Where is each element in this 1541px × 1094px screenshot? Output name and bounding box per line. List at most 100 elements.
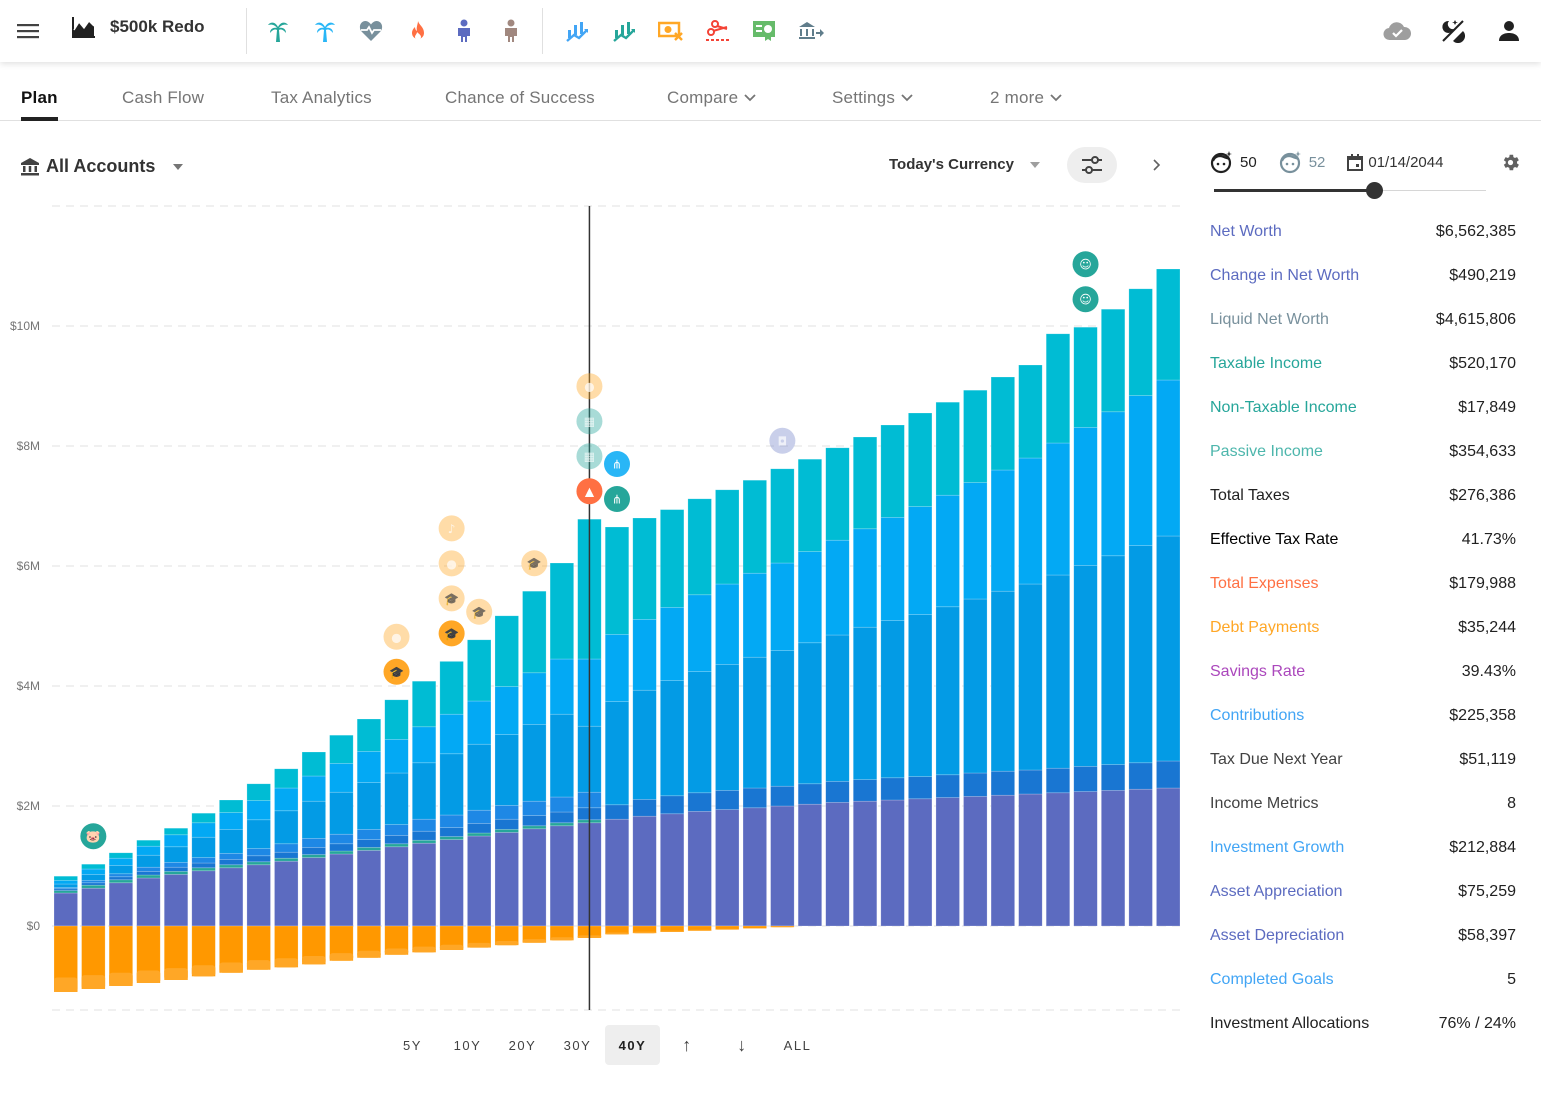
bar-segment-real-assets[interactable] bbox=[329, 853, 354, 927]
bar-segment-taxable[interactable] bbox=[411, 830, 437, 841]
bar-segment-tax-deferred[interactable] bbox=[81, 880, 106, 884]
bar-segment-tax-free[interactable] bbox=[852, 626, 878, 780]
bar-segment-debt-interest[interactable] bbox=[81, 975, 106, 989]
bar-segment-brokerage[interactable] bbox=[439, 713, 464, 755]
bar-segment-cash[interactable] bbox=[274, 857, 299, 862]
account-selector[interactable]: All Accounts bbox=[20, 156, 184, 177]
bar-segment-retirement-accounts[interactable] bbox=[715, 489, 740, 585]
bar-segment-cash[interactable] bbox=[411, 839, 437, 844]
bar-segment-tax-free[interactable] bbox=[53, 883, 78, 888]
bar-segment-brokerage[interactable] bbox=[329, 763, 354, 793]
bar-segment-tax-free[interactable] bbox=[935, 606, 960, 776]
bar-segment-taxable[interactable] bbox=[935, 774, 960, 798]
bar-segment-real-assets[interactable] bbox=[797, 803, 823, 927]
bar-stack[interactable] bbox=[356, 718, 382, 959]
bar-segment-retirement-accounts[interactable] bbox=[963, 389, 988, 483]
bar-segment-tax-free[interactable] bbox=[604, 701, 630, 806]
bar-segment-taxable[interactable] bbox=[797, 783, 823, 805]
range-5y-button[interactable]: 5Y bbox=[385, 1025, 440, 1065]
bar-stack[interactable] bbox=[81, 863, 106, 990]
bar-segment-retirement-accounts[interactable] bbox=[53, 875, 78, 881]
bar-segment-tax-free[interactable] bbox=[136, 854, 161, 868]
metric-row[interactable]: Contributions $225,358 bbox=[1210, 704, 1516, 748]
add-retirement-button[interactable] bbox=[255, 13, 302, 49]
bar-segment-tax-deferred[interactable] bbox=[329, 833, 354, 845]
bar-segment-real-assets[interactable] bbox=[1018, 793, 1043, 927]
bar-segment-tax-deferred[interactable] bbox=[191, 857, 216, 864]
bar-segment-taxable[interactable] bbox=[1156, 760, 1181, 789]
bar-stack[interactable] bbox=[329, 734, 354, 962]
bar-segment-brokerage[interactable] bbox=[880, 517, 905, 621]
bar-segment-taxable[interactable] bbox=[1073, 766, 1098, 792]
bar-segment-retirement-accounts[interactable] bbox=[935, 401, 960, 496]
bar-segment-debt-interest[interactable] bbox=[743, 927, 767, 929]
bar-stack[interactable] bbox=[1045, 333, 1071, 927]
net-worth-chart[interactable]: $0 $2M $4M $6M $8M $10M 🐷 🎓 ● 🎓 🎓 ● ♪ 🎓 🎓 ▲ ▦ ▦ ● ⋔ ⋔ ◘ ☺ ☺ bbox=[0, 195, 1200, 1025]
bar-segment-brokerage[interactable] bbox=[742, 572, 767, 658]
bar-segment-brokerage[interactable] bbox=[219, 812, 244, 830]
bar-segment-real-assets[interactable] bbox=[632, 815, 657, 927]
bar-segment-tax-free[interactable] bbox=[1073, 565, 1098, 767]
bar-segment-tax-free[interactable] bbox=[108, 865, 133, 875]
bar-segment-real-assets[interactable] bbox=[494, 832, 519, 927]
bar-segment-tax-free[interactable] bbox=[329, 791, 354, 835]
bar-stack[interactable] bbox=[1101, 308, 1126, 927]
bar-stack[interactable] bbox=[687, 498, 712, 932]
bar-segment-brokerage[interactable] bbox=[604, 634, 630, 702]
currency-selector[interactable]: Today's Currency bbox=[889, 156, 1040, 173]
bar-segment-taxable[interactable] bbox=[108, 876, 133, 881]
bar-segment-taxable[interactable] bbox=[246, 855, 271, 863]
bar-segment-brokerage[interactable] bbox=[908, 506, 933, 615]
bar-segment-retirement-accounts[interactable] bbox=[770, 468, 795, 564]
tab-cash-flow[interactable]: Cash Flow bbox=[122, 88, 204, 108]
bar-segment-real-assets[interactable] bbox=[1045, 792, 1071, 927]
bar-segment-debt-interest[interactable] bbox=[522, 939, 547, 943]
metric-row[interactable]: Income Metrics 8 bbox=[1210, 792, 1516, 836]
bar-segment-real-assets[interactable] bbox=[136, 877, 161, 927]
bar-segment-brokerage[interactable] bbox=[963, 482, 988, 600]
bar-segment-brokerage[interactable] bbox=[467, 700, 492, 745]
bar-segment-tax-free[interactable] bbox=[439, 753, 464, 816]
bar-segment-debt-interest[interactable] bbox=[329, 953, 354, 961]
bar-segment-debt-interest[interactable] bbox=[384, 948, 409, 955]
bar-segment-brokerage[interactable] bbox=[852, 528, 878, 628]
add-person-2-button[interactable] bbox=[488, 13, 535, 49]
bar-segment-tax-deferred[interactable] bbox=[108, 873, 133, 878]
investment-growth-2-button[interactable] bbox=[602, 13, 649, 49]
bar-segment-debt-interest[interactable] bbox=[191, 965, 216, 977]
metric-row[interactable]: Non-Taxable Income $17,849 bbox=[1210, 396, 1516, 440]
bar-segment-retirement-accounts[interactable] bbox=[604, 526, 630, 635]
bar-segment-debt-interest[interactable] bbox=[164, 968, 188, 980]
bar-segment-tax-free[interactable] bbox=[1128, 545, 1153, 764]
bar-stack[interactable] bbox=[163, 827, 189, 981]
bar-segment-taxable[interactable] bbox=[329, 843, 354, 852]
bar-segment-real-assets[interactable] bbox=[1073, 791, 1098, 927]
bar-stack[interactable] bbox=[1156, 268, 1181, 927]
bar-segment-tax-deferred[interactable] bbox=[274, 843, 299, 853]
bar-segment-real-assets[interactable] bbox=[990, 794, 1015, 927]
bar-segment-real-assets[interactable] bbox=[163, 874, 189, 927]
metrics-settings-button[interactable] bbox=[1500, 152, 1521, 178]
bar-segment-debt-interest[interactable] bbox=[605, 932, 629, 935]
bar-segment-retirement-accounts[interactable] bbox=[742, 479, 767, 574]
arrow-up-button[interactable]: ↑ bbox=[660, 1025, 715, 1065]
metric-row[interactable]: Liquid Net Worth $4,615,806 bbox=[1210, 308, 1516, 352]
bar-segment-tax-free[interactable] bbox=[1018, 583, 1043, 771]
bar-segment-real-assets[interactable] bbox=[108, 882, 133, 927]
bar-stack[interactable] bbox=[53, 875, 78, 993]
bar-segment-tax-deferred[interactable] bbox=[246, 848, 271, 857]
bar-segment-real-assets[interactable] bbox=[411, 842, 437, 927]
bar-segment-debt-interest[interactable] bbox=[660, 930, 684, 932]
bar-segment-retirement-accounts[interactable] bbox=[246, 783, 271, 801]
metric-row[interactable]: Change in Net Worth $490,219 bbox=[1210, 264, 1516, 308]
metric-row[interactable]: Taxable Income $520,170 bbox=[1210, 352, 1516, 396]
bar-segment-real-assets[interactable] bbox=[935, 797, 960, 927]
bar-segment-tax-free[interactable] bbox=[632, 689, 657, 800]
bar-segment-retirement-accounts[interactable] bbox=[632, 517, 657, 620]
bar-segment-taxable[interactable] bbox=[163, 866, 189, 872]
bar-segment-taxable[interactable] bbox=[852, 779, 878, 802]
bar-segment-tax-free[interactable] bbox=[687, 671, 712, 794]
sync-status-button[interactable] bbox=[1379, 13, 1415, 49]
bar-segment-taxable[interactable] bbox=[770, 785, 795, 807]
bar-segment-brokerage[interactable] bbox=[1018, 457, 1043, 585]
